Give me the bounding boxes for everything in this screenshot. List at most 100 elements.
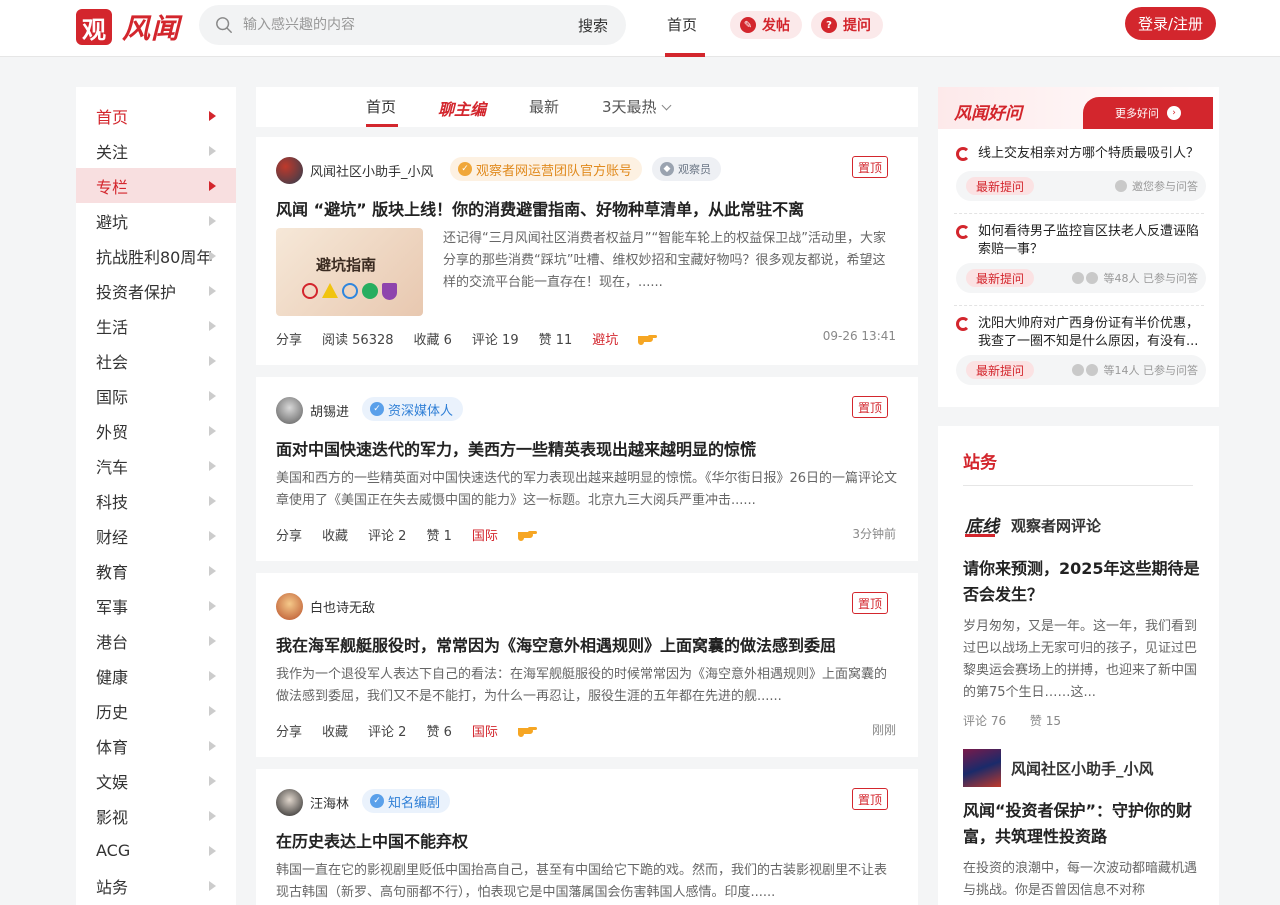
sidebar-item-anniversary[interactable]: 抗战胜利80周年 [76, 238, 236, 273]
sidebar-item-hk-tw[interactable]: 港台 [76, 623, 236, 658]
comment-button[interactable]: 评论 2 [368, 525, 406, 544]
logo-text: 风闻 [122, 12, 181, 45]
sidebar-item-column[interactable]: 专栏 [76, 168, 236, 203]
qa-question[interactable]: 如何看待男子监控盲区扶老人反遭诬陷索赔一事？ [978, 223, 1210, 259]
comment-button[interactable]: 评论 2 [368, 721, 406, 740]
like-count[interactable]: 赞 15 [1030, 714, 1061, 728]
sidebar-item-sports[interactable]: 体育 [76, 728, 236, 763]
post-title[interactable]: 在历史表达上中国不能弃权 [276, 828, 468, 852]
like-button[interactable]: 赞 11 [539, 329, 573, 348]
sidebar-item-label: 港台 [96, 632, 129, 652]
source-name: 观察者网评论 [1011, 516, 1102, 535]
share-button[interactable]: 分享 [276, 721, 302, 740]
comment-button[interactable]: 评论 19 [472, 329, 519, 348]
favorite-button[interactable]: 收藏 [322, 525, 348, 544]
sidebar-item-auto[interactable]: 汽车 [76, 448, 236, 483]
tab-editor[interactable]: 聊主编 [438, 96, 486, 120]
avatar[interactable] [276, 157, 303, 184]
post-meta: 分享 收藏 评论 2 赞 6 国际 [276, 721, 538, 740]
sidebar-item-label: 文娱 [96, 772, 129, 792]
search-button[interactable]: 搜索 [578, 15, 608, 36]
avatar[interactable] [276, 593, 303, 620]
sidebar-item-home[interactable]: 首页 [76, 98, 236, 133]
search-input[interactable] [243, 13, 563, 37]
qa-header: 风闻好问 更多好问 › [938, 87, 1219, 129]
sidebar-item-health[interactable]: 健康 [76, 658, 236, 693]
caret-right-icon [209, 531, 216, 541]
sidebar-item-label: 汽车 [96, 457, 129, 477]
favorite-button[interactable]: 收藏 6 [414, 329, 452, 348]
post-title[interactable]: 面对中国快速迭代的军力，美西方一些精英表现出越来越明显的惊慌 [276, 436, 756, 460]
qa-status-bar: 最新提问 等48人 已参与问答 [956, 263, 1206, 293]
sidebar-item-label: 关注 [96, 142, 129, 162]
post-card[interactable]: 白也诗无敌 置顶 我在海军舰艇服役时，常常因为《海空意外相遇规则》上面窝囊的做法… [256, 573, 918, 757]
sidebar-item-tech[interactable]: 科技 [76, 483, 236, 518]
share-button[interactable]: 分享 [276, 525, 302, 544]
sidebar-item-trade[interactable]: 外贸 [76, 413, 236, 448]
avatar[interactable] [276, 397, 303, 424]
qa-question[interactable]: 沈阳大帅府对广西身份证有半价优惠，我查了一圈不知是什么原因，有没有... [978, 315, 1210, 351]
sidebar-item-avoid[interactable]: 避坑 [76, 203, 236, 238]
qa-question[interactable]: 线上交友相亲对方哪个特质最吸引人？ [978, 145, 1210, 163]
author-name[interactable]: 汪海林 [310, 793, 349, 812]
sidebar-item-society[interactable]: 社会 [76, 343, 236, 378]
sidebar-item-acg[interactable]: ACG [76, 833, 236, 868]
like-button[interactable]: 赞 1 [426, 525, 451, 544]
post-card[interactable]: 汪海林 ✓ 知名编剧 置顶 在历史表达上中国不能弃权 韩国一直在它的影视剧里贬低… [256, 769, 918, 905]
tab-home[interactable]: 首页 [366, 96, 396, 117]
article-source[interactable]: 底线 观察者网评论 [963, 506, 1101, 544]
post-tag[interactable]: 国际 [472, 721, 498, 740]
read-count: 阅读 56328 [322, 333, 394, 348]
post-title[interactable]: 我在海军舰艇服役时，常常因为《海空意外相遇规则》上面窝囊的做法感到委屈 [276, 632, 836, 656]
sidebar-item-label: 科技 [96, 492, 129, 512]
article-headline[interactable]: 请你来预测，2025年这些期待是否会发生？ [963, 556, 1203, 608]
sidebar-item-history[interactable]: 历史 [76, 693, 236, 728]
sidebar-item-education[interactable]: 教育 [76, 553, 236, 588]
sidebar-item-military[interactable]: 军事 [76, 588, 236, 623]
comment-count[interactable]: 评论 76 [963, 714, 1006, 728]
post-tag[interactable]: 国际 [472, 525, 498, 544]
site-logo[interactable]: 观 风闻 [76, 7, 180, 47]
tab-hot[interactable]: 3天最热 [602, 96, 671, 117]
sidebar-item-finance[interactable]: 财经 [76, 518, 236, 553]
caret-right-icon [209, 181, 216, 191]
post-button[interactable]: ✎ 发帖 [730, 11, 802, 39]
post-card[interactable]: 胡锡进 ✓ 资深媒体人 置顶 面对中国快速迭代的军力，美西方一些精英表现出越来越… [256, 377, 918, 561]
ask-button[interactable]: ? 提问 [811, 11, 883, 39]
tab-active-indicator [366, 124, 398, 127]
sidebar-item-site[interactable]: 站务 [76, 868, 236, 903]
sidebar-item-international[interactable]: 国际 [76, 378, 236, 413]
nav-home[interactable]: 首页 [667, 14, 697, 35]
sidebar-item-investor[interactable]: 投资者保护 [76, 273, 236, 308]
pointing-hand-icon [517, 726, 537, 737]
qa-status-bar: 最新提问 邀您参与问答 [956, 171, 1206, 201]
article-headline[interactable]: 风闻“投资者保护”：守护你的财富，共筑理性投资路 [963, 798, 1203, 850]
post-thumbnail[interactable]: 避坑指南 [276, 228, 423, 316]
caret-right-icon [209, 321, 216, 331]
sidebar-item-label: 军事 [96, 597, 129, 617]
sidebar-item-film[interactable]: 影视 [76, 798, 236, 833]
article-source[interactable]: 风闻社区小助手_小风 [963, 749, 1154, 787]
post-title[interactable]: 风闻 “避坑” 版块上线！你的消费避雷指南、好物种草清单，从此常驻不离 [276, 196, 804, 220]
author-name[interactable]: 白也诗无敌 [310, 597, 375, 616]
author-name[interactable]: 风闻社区小助手_小风 [310, 161, 434, 180]
avatar[interactable] [276, 789, 303, 816]
sidebar-item-life[interactable]: 生活 [76, 308, 236, 343]
like-button[interactable]: 赞 6 [426, 721, 451, 740]
sidebar-item-label: 体育 [96, 737, 129, 757]
sidebar-item-label: 专栏 [96, 177, 129, 197]
login-register-button[interactable]: 登录/注册 [1125, 7, 1216, 40]
caret-right-icon [209, 776, 216, 786]
author-name[interactable]: 胡锡进 [310, 401, 349, 420]
post-tag[interactable]: 避坑 [592, 329, 618, 348]
tab-latest[interactable]: 最新 [529, 96, 559, 117]
avatar [1072, 272, 1084, 284]
post-card[interactable]: 风闻社区小助手_小风 ✓ 观察者网运营团队官方账号 ◆ 观察员 置顶 风闻 “避… [256, 137, 918, 365]
more-questions-label: 更多好问 [1115, 107, 1159, 120]
favorite-button[interactable]: 收藏 [322, 721, 348, 740]
share-button[interactable]: 分享 [276, 329, 302, 348]
sidebar-item-follow[interactable]: 关注 [76, 133, 236, 168]
caret-right-icon [209, 251, 216, 261]
sidebar-item-entertainment[interactable]: 文娱 [76, 763, 236, 798]
more-questions-button[interactable]: 更多好问 › [1083, 97, 1213, 129]
